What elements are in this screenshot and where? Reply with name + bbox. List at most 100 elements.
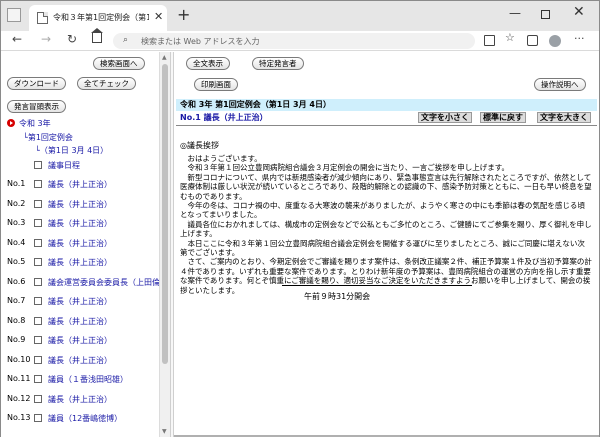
specific-speaker-button[interactable]: 特定発言者 xyxy=(252,57,304,70)
tab-bar: 令和３年第1回定例会（第1日３月 ✕ + — ✕ xyxy=(1,1,599,31)
expand-year-icon[interactable] xyxy=(7,119,15,127)
more-icon[interactable]: ··· xyxy=(574,32,585,45)
row-number: No.1 xyxy=(7,179,26,188)
address-input[interactable]: 検索または Web アドレスを入力 xyxy=(141,36,260,47)
speech-link[interactable]: 議長（井上正治） xyxy=(48,355,112,366)
row-checkbox[interactable] xyxy=(34,199,42,208)
row-checkbox[interactable] xyxy=(34,375,42,383)
tab-title: 令和３年第1回定例会（第1日３月 xyxy=(53,13,149,22)
speech-link[interactable]: 議長（井上正治） xyxy=(48,199,112,210)
row-checkbox[interactable] xyxy=(34,297,42,305)
speech-link[interactable]: 議長（井上正治） xyxy=(48,218,112,229)
agenda-checkbox[interactable] xyxy=(34,161,42,169)
row-checkbox[interactable] xyxy=(34,277,42,286)
search-icon: ⌕ xyxy=(123,35,129,45)
speech-paragraph: 議員各位におかれましては、構成市の定例会などで公私ともご多忙のところ、ご健勝にて… xyxy=(180,219,592,239)
opening-time: 午前９時31分開会 xyxy=(304,292,371,301)
closing-divider xyxy=(282,285,472,286)
text-reset-button[interactable]: 標準に戻す xyxy=(480,112,526,123)
new-tab-icon[interactable]: + xyxy=(177,5,190,24)
speech-link[interactable]: 議長（井上正治） xyxy=(48,296,112,307)
text-smaller-button[interactable]: 文字を小さく xyxy=(418,112,472,123)
back-icon[interactable]: ← xyxy=(12,32,22,46)
row-number: No.10 xyxy=(7,354,31,364)
row-number: No.5 xyxy=(7,257,26,266)
scroll-up-icon[interactable]: ▲ xyxy=(162,54,167,61)
collections-icon[interactable] xyxy=(527,35,538,46)
maximize-icon[interactable] xyxy=(541,10,550,19)
row-checkbox[interactable] xyxy=(34,414,42,422)
speech-paragraph: おはようございます。 xyxy=(180,154,262,163)
check-all-button[interactable]: 全てチェック xyxy=(77,77,136,90)
session-header: 令和 3年 第1回定例会（第1日 3月 4日） xyxy=(176,99,597,111)
search-screen-button[interactable]: 検索画面へ xyxy=(93,57,145,70)
tree-session-label: 第1回定例会 xyxy=(27,133,73,142)
browser-window: 令和３年第1回定例会（第1日３月 ✕ + — ✕ ← → ↻ ⌕ 検索または W… xyxy=(0,0,600,437)
row-checkbox[interactable] xyxy=(34,180,42,188)
speech-link[interactable]: 議会運営委員会委員長（上田倫久） xyxy=(48,277,159,288)
home-icon[interactable] xyxy=(91,28,103,43)
text-larger-button[interactable]: 文字を大きく xyxy=(537,112,591,123)
tree-day[interactable]: └（第1日 3月 4日） xyxy=(35,145,108,156)
speech-link[interactable]: 議長（井上正治） xyxy=(48,394,112,405)
speech-paragraph: 本日ここに令和３年第１回公立豊岡病院組合議会定例会を開催する運びに至りましたとこ… xyxy=(180,238,585,258)
row-checkbox[interactable] xyxy=(34,258,42,266)
scroll-down-icon[interactable]: ▼ xyxy=(162,428,167,435)
download-button[interactable]: ダウンロード xyxy=(7,77,66,90)
navigation-bar: ← → ↻ ⌕ 検索または Web アドレスを入力 ☆ ··· xyxy=(1,28,599,51)
index-frame: 検索画面へ ダウンロード 全てチェック 発言冒頭表示 令和 3年 └第1回定例会… xyxy=(1,52,159,437)
row-checkbox[interactable] xyxy=(34,394,42,403)
show-speech-openings-button[interactable]: 発言冒頭表示 xyxy=(7,100,66,113)
tree-session[interactable]: └第1回定例会 xyxy=(23,132,73,143)
speech-link[interactable]: 議長（井上正治） xyxy=(48,316,112,327)
speech-paragraph: 新型コロナについて、県内では新規感染者が減少傾向にあり、緊急事態宣言は先行解除さ… xyxy=(180,172,592,201)
favorites-icon[interactable]: ☆ xyxy=(505,31,516,44)
minutes-frame: 全文表示 特定発言者 印刷画面 操作説明へ 令和 3年 第1回定例会（第1日 3… xyxy=(174,52,599,437)
reading-view-icon[interactable] xyxy=(484,35,495,46)
row-number: No.4 xyxy=(7,237,26,247)
help-button[interactable]: 操作説明へ xyxy=(534,78,586,91)
speech-link[interactable]: 議員（12番嶋徳博） xyxy=(48,413,122,424)
row-checkbox[interactable] xyxy=(34,336,42,344)
row-checkbox[interactable] xyxy=(34,238,42,247)
row-checkbox[interactable] xyxy=(34,316,42,325)
page-icon xyxy=(37,12,48,24)
forward-icon[interactable]: → xyxy=(41,32,51,46)
divider xyxy=(176,125,597,126)
speech-link[interactable]: 議長（井上正治） xyxy=(48,238,112,249)
session-title: 令和 3年 第1回定例会（第1日 3月 4日） xyxy=(180,100,331,109)
row-number: No.7 xyxy=(7,296,26,305)
section-title: ◎議長挨拶 xyxy=(180,141,219,150)
left-scrollbar[interactable]: ▲ ▼ xyxy=(159,52,170,437)
row-number: No.13 xyxy=(7,413,31,422)
row-number: No.8 xyxy=(7,315,26,325)
row-checkbox[interactable] xyxy=(34,219,42,227)
speech-body: おはようございます。 令和３年第１回公立豊岡病院組合議会３月定例会の開会に当たり… xyxy=(180,154,592,295)
profile-avatar[interactable] xyxy=(549,35,561,47)
speech-paragraph: さて、ご案内のとおり、今期定例会でご審議を賜ります案件は、条例改正議案２件、補正… xyxy=(180,257,592,295)
print-screen-button[interactable]: 印刷画面 xyxy=(194,78,238,91)
speech-paragraph: 令和３年第１回公立豊岡病院組合議会３月定例会の開会に当たり、一言ご挨拶を申し上げ… xyxy=(180,163,509,173)
address-bar[interactable]: ⌕ 検索または Web アドレスを入力 xyxy=(113,33,475,49)
row-number: No.11 xyxy=(7,374,31,383)
speaker-bar: No.1 議長（井上正治） 文字を小さく 標準に戻す 文字を大きく xyxy=(176,111,597,124)
row-number: No.2 xyxy=(7,198,26,208)
speech-link[interactable]: 議長（井上正治） xyxy=(48,335,112,346)
refresh-icon[interactable]: ↻ xyxy=(67,32,77,46)
close-tab-icon[interactable]: ✕ xyxy=(154,10,163,23)
row-checkbox[interactable] xyxy=(34,355,42,364)
row-number: No.12 xyxy=(7,393,31,403)
speech-link[interactable]: 議長（井上正治） xyxy=(48,257,112,268)
speech-link[interactable]: 議員（１番浅田昭雄） xyxy=(48,374,128,385)
row-number: No.3 xyxy=(7,218,26,227)
tab-actions-icon[interactable] xyxy=(7,8,21,22)
minimize-icon[interactable]: — xyxy=(509,6,521,20)
tree-day-label: （第1日 3月 4日） xyxy=(39,146,109,155)
full-text-button[interactable]: 全文表示 xyxy=(186,57,230,70)
tree-agenda[interactable]: 議事日程 xyxy=(48,160,80,171)
tree-year[interactable]: 令和 3年 xyxy=(19,118,51,129)
scroll-thumb[interactable] xyxy=(162,64,168,364)
speech-link[interactable]: 議長（井上正治） xyxy=(48,179,112,190)
row-number: No.9 xyxy=(7,335,26,344)
window-close-icon[interactable]: ✕ xyxy=(573,4,585,20)
